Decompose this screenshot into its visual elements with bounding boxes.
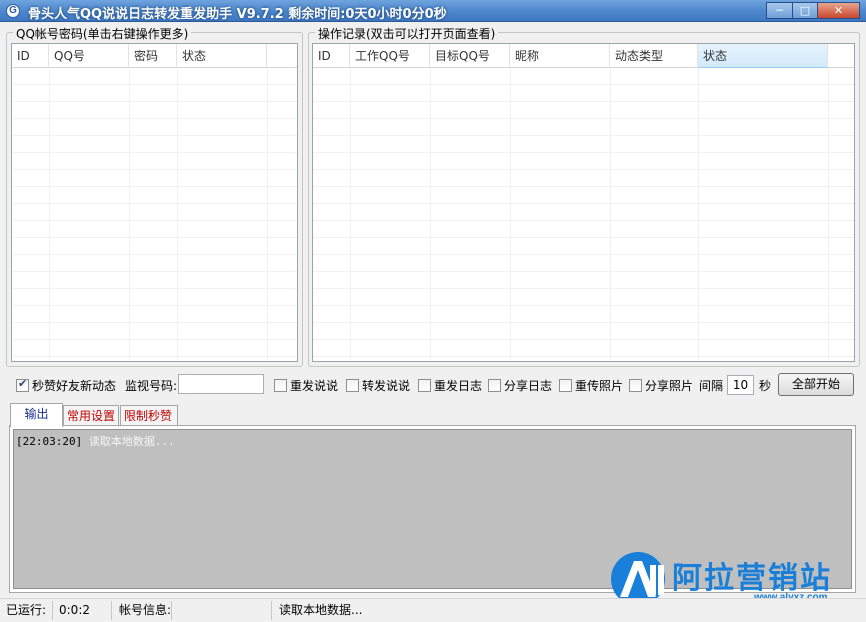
col-activity-type[interactable]: 动态类型: [610, 44, 698, 68]
log-message: 读取本地数据...: [88, 435, 175, 448]
interval-unit: 秒: [759, 379, 772, 393]
repost-shuoshuo-checkbox[interactable]: 重发说说: [274, 377, 338, 394]
monitor-label: 监视号码:: [125, 379, 178, 393]
share-log-checkbox[interactable]: 分享日志: [488, 377, 552, 394]
tab-output[interactable]: 输出: [10, 403, 63, 427]
status-account-label: 帐号信息:: [115, 601, 172, 620]
share-photo-label: 分享照片: [645, 379, 694, 393]
share-photo-check-box[interactable]: [629, 379, 642, 392]
log-line: [22:03:20] 读取本地数据...: [16, 433, 849, 449]
watermark-text: 阿拉营销站: [672, 561, 832, 596]
reupload-photo-check-box[interactable]: [559, 379, 572, 392]
share-log-check-box[interactable]: [488, 379, 501, 392]
records-list[interactable]: ID 工作QQ号 目标QQ号 昵称 动态类型 状态: [312, 43, 855, 362]
tab-limit-likes[interactable]: 限制秒赞: [120, 405, 178, 427]
accounts-list-body[interactable]: [12, 68, 297, 360]
share-photo-checkbox[interactable]: 分享照片: [629, 377, 693, 394]
col-record-id[interactable]: ID: [313, 44, 350, 68]
reupload-photo-checkbox[interactable]: 重传照片: [559, 377, 623, 394]
records-list-body[interactable]: [313, 68, 854, 360]
repost-log-checkbox[interactable]: 重发日志: [418, 377, 482, 394]
repost-log-check-box[interactable]: [418, 379, 431, 392]
maximize-button[interactable]: □: [792, 2, 817, 19]
col-password[interactable]: 密码: [129, 44, 177, 68]
repost-log-label: 重发日志: [434, 379, 483, 393]
status-message: 读取本地数据...: [279, 603, 363, 617]
forward-shuoshuo-check-box[interactable]: [346, 379, 359, 392]
accounts-group-title: QQ帐号密码(单击右键操作更多): [13, 25, 192, 42]
col-status[interactable]: 状态: [177, 44, 267, 68]
repost-shuoshuo-label: 重发说说: [290, 379, 339, 393]
log-time: [22:03:20]: [16, 435, 83, 448]
accounts-list[interactable]: ID QQ号 密码 状态: [11, 43, 298, 362]
window-controls: ─ □ ✕: [766, 2, 860, 19]
col-target-qq[interactable]: 目标QQ号: [430, 44, 510, 68]
tab-common-settings[interactable]: 常用设置: [63, 405, 119, 427]
interval-input[interactable]: [727, 375, 754, 395]
like-friends-label: 秒赞好友新动态: [32, 379, 117, 393]
forward-shuoshuo-label: 转发说说: [362, 379, 411, 393]
repost-shuoshuo-check-box[interactable]: [274, 379, 287, 392]
title-bar[interactable]: G 骨头人气QQ说说日志转发重发助手 V9.7.2 剩余时间:0天0小时0分0秒…: [0, 0, 866, 22]
like-friends-checkbox[interactable]: 秒赞好友新动态: [16, 377, 116, 394]
window-title: 骨头人气QQ说说日志转发重发助手 V9.7.2 剩余时间:0天0小时0分0秒: [28, 7, 447, 22]
status-running-value: 0:0:2: [55, 601, 112, 620]
status-bar: 已运行: 0:0:2 帐号信息: 读取本地数据...: [0, 598, 866, 622]
col-qq[interactable]: QQ号: [49, 44, 129, 68]
like-friends-check-box[interactable]: [16, 377, 29, 392]
col-record-status[interactable]: 状态: [698, 44, 828, 68]
monitor-input[interactable]: [178, 374, 264, 394]
share-log-label: 分享日志: [504, 379, 553, 393]
minimize-button[interactable]: ─: [766, 2, 792, 19]
app-icon: G: [6, 4, 20, 18]
close-button[interactable]: ✕: [817, 2, 860, 19]
forward-shuoshuo-checkbox[interactable]: 转发说说: [346, 377, 410, 394]
interval-label: 间隔: [699, 379, 724, 393]
col-work-qq[interactable]: 工作QQ号: [350, 44, 430, 68]
status-account-value: [174, 601, 272, 620]
status-running-label: 已运行:: [2, 601, 53, 620]
reupload-photo-label: 重传照片: [575, 379, 624, 393]
records-group-title: 操作记录(双击可以打开页面查看): [315, 25, 499, 42]
accounts-list-header: ID QQ号 密码 状态: [12, 44, 297, 68]
start-all-button[interactable]: 全部开始: [778, 373, 854, 396]
col-nickname[interactable]: 昵称: [510, 44, 610, 68]
records-list-header: ID 工作QQ号 目标QQ号 昵称 动态类型 状态: [313, 44, 854, 68]
col-id[interactable]: ID: [12, 44, 49, 68]
